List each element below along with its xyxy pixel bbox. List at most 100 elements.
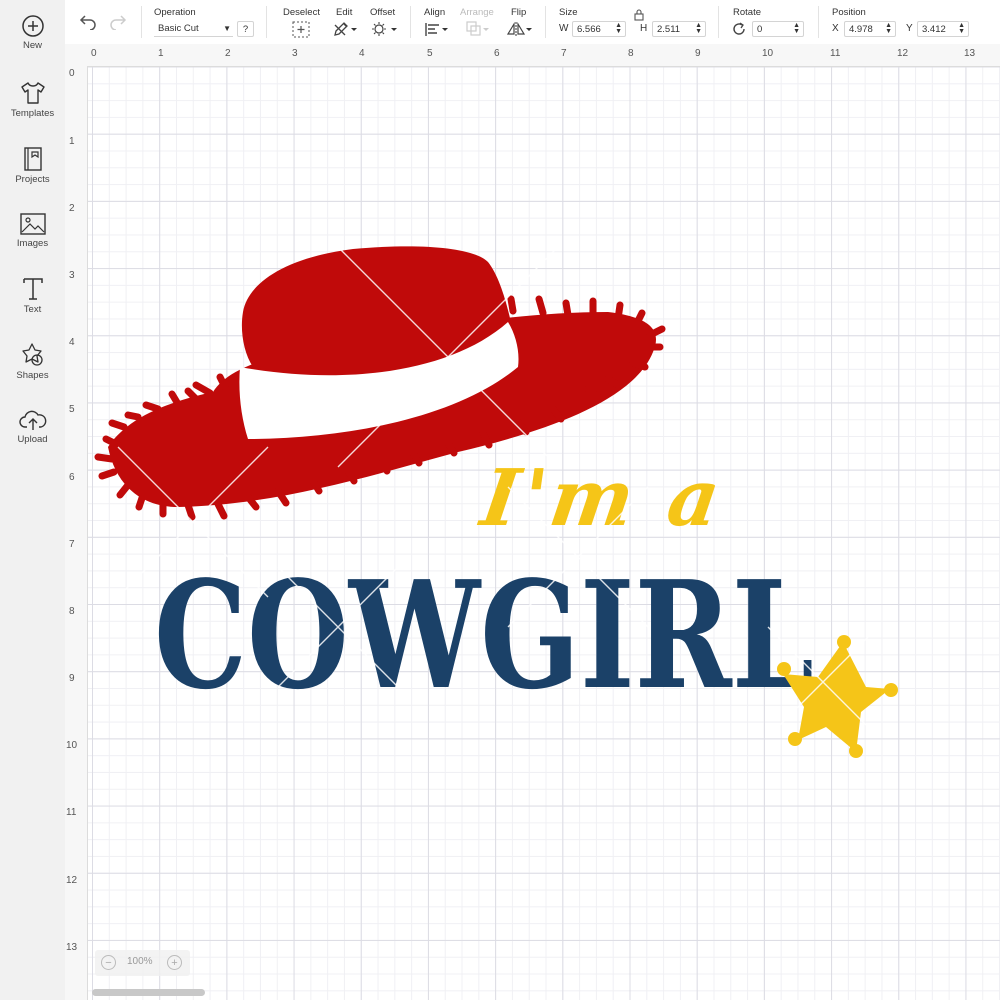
undo-icon[interactable] [78, 12, 98, 30]
top-toolbar: Operation Basic Cut ▼ ? Deselect Edit Of… [65, 0, 1000, 45]
ruler-tick-label: 3 [69, 270, 75, 281]
zoom-control: − 100% + [95, 950, 190, 976]
ruler-tick-label: 2 [69, 203, 75, 214]
offset-icon[interactable] [370, 21, 398, 37]
rotate-input[interactable]: 0 ▲ ▼ [752, 21, 804, 37]
ruler-tick-label: 9 [695, 48, 701, 59]
ruler-tick-label: 7 [69, 539, 75, 550]
ruler-tick-label: 12 [66, 875, 78, 886]
ruler-tick-label: 0 [91, 48, 97, 59]
sidebar-item-text[interactable]: Text [0, 276, 65, 336]
ruler-tick-label: 11 [830, 48, 841, 59]
y-value: 3.412 [922, 24, 946, 35]
star-tip [837, 635, 851, 649]
toolbar-divider [718, 6, 719, 38]
stepper-arrows-icon[interactable]: ▲ ▼ [958, 22, 965, 35]
y-letter: Y [906, 23, 913, 34]
sidebar-label-templates: Templates [10, 108, 55, 119]
ruler-tick-label: 5 [69, 404, 75, 415]
im-a-script-text[interactable]: I'm a [474, 452, 729, 544]
text-t-icon [22, 278, 43, 300]
offset-label: Offset [370, 7, 396, 18]
zoom-in-button[interactable]: + [167, 955, 182, 970]
sidebar-label-images: Images [16, 238, 49, 249]
sidebar-label-text: Text [23, 304, 42, 315]
ruler-tick-label: 0 [69, 68, 75, 79]
position-y-input[interactable]: 3.412 ▲ ▼ [917, 21, 969, 37]
cloud-upload-icon [18, 410, 46, 430]
ruler-tick-label: 2 [225, 48, 231, 59]
deselect-label: Deselect [283, 7, 320, 18]
ruler-tick-label: 10 [762, 48, 774, 59]
redo-icon[interactable] [108, 12, 128, 30]
deselect-icon[interactable] [292, 21, 310, 38]
notebook-icon [23, 147, 42, 171]
x-letter: X [832, 23, 839, 34]
toolbar-divider [141, 6, 142, 38]
plus-circle-icon [21, 15, 44, 37]
design-canvas[interactable]: I'm a COWGIRL [88, 67, 1000, 1000]
ruler-tick-label: 5 [427, 48, 433, 59]
ruler-tick-label: 1 [69, 136, 75, 147]
left-ruler: 0 1 2 3 4 5 6 7 8 9 10 11 12 13 [65, 66, 88, 1000]
star-tip [777, 662, 791, 676]
ruler-tick-label: 13 [964, 48, 976, 59]
stepper-arrows-icon[interactable]: ▲ ▼ [885, 22, 892, 35]
size-label: Size [559, 7, 578, 18]
stepper-arrows-icon[interactable]: ▲ ▼ [793, 22, 800, 35]
help-label: ? [242, 24, 249, 35]
stepper-arrows-icon[interactable]: ▲ ▼ [695, 22, 702, 35]
cowgirl-design[interactable]: I'm a COWGIRL [88, 67, 1000, 1000]
sidebar-item-upload[interactable]: Upload [0, 408, 65, 468]
align-label: Align [424, 7, 446, 18]
toolbar-divider [545, 6, 546, 38]
ruler-tick-label: 6 [69, 472, 75, 483]
rotate-icon [733, 22, 745, 35]
position-x-input[interactable]: 4.978 ▲ ▼ [844, 21, 896, 37]
sidebar-label-upload: Upload [17, 434, 48, 445]
align-icon[interactable] [424, 22, 450, 37]
ruler-tick-label: 8 [628, 48, 634, 59]
zoom-level: 100% [127, 956, 153, 967]
sidebar-item-new[interactable]: New [0, 14, 65, 74]
flip-icon[interactable] [506, 21, 534, 37]
ruler-tick-label: 7 [561, 48, 567, 59]
cowgirl-text[interactable]: COWGIRL [154, 548, 814, 722]
lock-icon[interactable] [634, 9, 644, 21]
ruler-tick-label: 12 [897, 48, 909, 59]
operation-select[interactable]: Basic Cut ▼ [154, 21, 233, 37]
toolbar-divider [410, 6, 411, 38]
image-icon [19, 213, 46, 235]
operation-help-button[interactable]: ? [237, 21, 254, 37]
zoom-out-button[interactable]: − [101, 955, 116, 970]
arrange-label: Arrange [460, 7, 494, 18]
ruler-tick-label: 10 [66, 740, 78, 751]
ruler-tick-label: 4 [359, 48, 365, 59]
zoom-in-glyph: + [171, 957, 178, 969]
sidebar-item-templates[interactable]: Templates [0, 80, 65, 140]
ruler-tick-label: 1 [158, 48, 164, 59]
height-input[interactable]: 2.511 ▲ ▼ [652, 21, 706, 37]
ruler-tick-label: 11 [66, 807, 77, 818]
arrange-icon[interactable] [465, 21, 491, 37]
edit-pencil-icon[interactable] [332, 21, 358, 37]
tshirt-icon [20, 82, 45, 104]
sidebar-item-images[interactable]: Images [0, 212, 65, 272]
shapes-icon [21, 343, 43, 366]
sidebar-label-projects: Projects [15, 174, 50, 185]
horizontal-scrollbar[interactable] [92, 989, 205, 996]
sidebar-item-shapes[interactable]: Shapes [0, 342, 65, 402]
chevron-down-icon: ▼ [223, 24, 231, 33]
rotate-label: Rotate [733, 7, 761, 18]
width-letter: W [559, 23, 569, 34]
star-tip [884, 683, 898, 697]
edit-label: Edit [336, 7, 353, 18]
sidebar-item-projects[interactable]: Projects [0, 146, 65, 206]
ruler-tick-label: 9 [69, 673, 75, 684]
width-value: 6.566 [577, 24, 601, 35]
left-sidebar: New Templates Projects Images Text Shape… [0, 0, 66, 1000]
top-ruler: 0 1 2 3 4 5 6 7 8 9 10 11 12 13 [65, 44, 1000, 67]
width-input[interactable]: 6.566 ▲ ▼ [572, 21, 626, 37]
stepper-arrows-icon[interactable]: ▲ ▼ [615, 22, 622, 35]
ruler-tick-label: 13 [66, 942, 78, 953]
